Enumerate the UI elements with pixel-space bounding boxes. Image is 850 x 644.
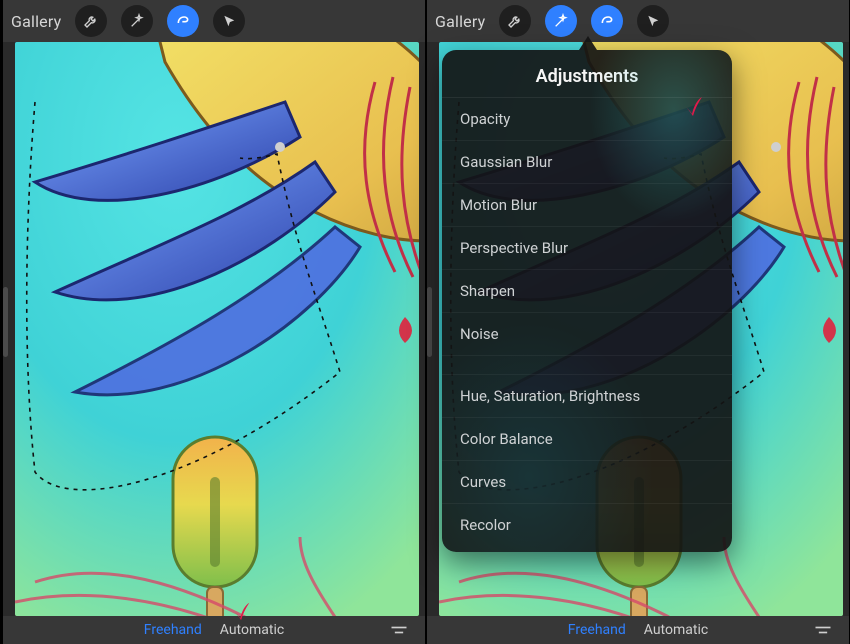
adjustment-sharpen[interactable]: Sharpen bbox=[442, 269, 732, 312]
selection-handle[interactable] bbox=[275, 142, 285, 152]
sidebar-handle[interactable] bbox=[427, 287, 432, 357]
checkmark-icon bbox=[231, 600, 253, 622]
selection-icon[interactable] bbox=[167, 5, 199, 37]
mode-freehand[interactable]: Freehand bbox=[568, 622, 626, 638]
adjustment-recolor[interactable]: Recolor bbox=[442, 503, 732, 552]
wrench-icon[interactable] bbox=[499, 5, 531, 37]
pointer-icon[interactable] bbox=[637, 5, 669, 37]
adjustment-noise[interactable]: Noise bbox=[442, 312, 732, 355]
options-icon[interactable] bbox=[813, 624, 833, 636]
selection-handle[interactable] bbox=[771, 142, 781, 152]
adjustment-motion-blur[interactable]: Motion Blur bbox=[442, 183, 732, 226]
pointer-icon[interactable] bbox=[213, 5, 245, 37]
panel-arrow bbox=[579, 36, 597, 50]
comparison-stage: Gallery bbox=[0, 0, 850, 644]
selection-icon[interactable] bbox=[591, 5, 623, 37]
adjustments-panel: Adjustments Opacity Gaussian Blur Motion… bbox=[442, 50, 732, 552]
options-icon[interactable] bbox=[389, 624, 409, 636]
gallery-button[interactable]: Gallery bbox=[11, 12, 61, 31]
adjustment-hsb[interactable]: Hue, Saturation, Brightness bbox=[442, 374, 732, 417]
mode-automatic[interactable]: Automatic bbox=[220, 622, 284, 638]
topbar: Gallery bbox=[3, 0, 425, 42]
wrench-icon[interactable] bbox=[75, 5, 107, 37]
wand-icon[interactable] bbox=[545, 5, 577, 37]
gallery-button[interactable]: Gallery bbox=[435, 12, 485, 31]
topbar: Gallery bbox=[427, 0, 849, 42]
bottombar: Freehand Automatic bbox=[427, 616, 849, 644]
adjustment-gaussian-blur[interactable]: Gaussian Blur bbox=[442, 140, 732, 183]
checkmark-icon bbox=[682, 94, 706, 118]
adjustment-curves[interactable]: Curves bbox=[442, 460, 732, 503]
mode-freehand[interactable]: Freehand bbox=[144, 622, 202, 638]
panel-divider bbox=[442, 355, 732, 374]
bottombar: Freehand Automatic bbox=[3, 616, 425, 644]
adjustment-color-balance[interactable]: Color Balance bbox=[442, 417, 732, 460]
panel-title: Adjustments bbox=[442, 50, 732, 97]
adjustment-perspective-blur[interactable]: Perspective Blur bbox=[442, 226, 732, 269]
artwork bbox=[15, 42, 419, 616]
sidebar-handle[interactable] bbox=[3, 287, 8, 357]
mode-automatic[interactable]: Automatic bbox=[644, 622, 708, 638]
pane-right: Gallery bbox=[427, 0, 849, 644]
pane-left: Gallery bbox=[3, 0, 425, 644]
canvas[interactable] bbox=[15, 42, 419, 616]
wand-icon[interactable] bbox=[121, 5, 153, 37]
